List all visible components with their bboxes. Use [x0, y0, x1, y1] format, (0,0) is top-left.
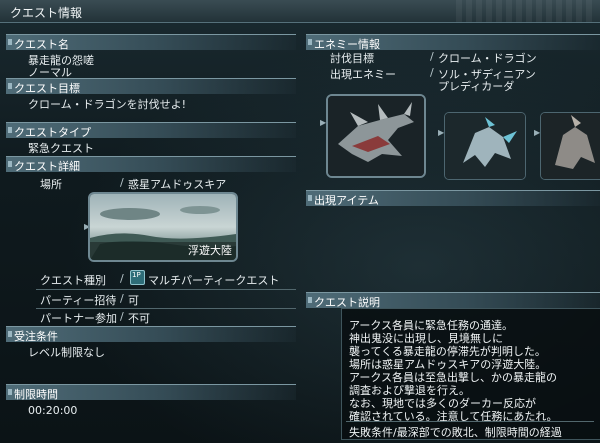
enemy-info-header: エネミー情報 [306, 34, 600, 51]
quest-kind-value: マルチパーティークエスト [148, 274, 280, 287]
target-label: 討伐目標 [330, 52, 374, 65]
quest-goal: クローム・ドラゴンを討伐せよ! [28, 98, 187, 111]
order-condition: レベル制限なし [28, 346, 105, 359]
drop-item-header: 出現アイテム [306, 190, 600, 207]
area-thumbnail: 浮遊大陸 [88, 192, 238, 262]
window-title: クエスト情報 [10, 6, 83, 20]
quest-type: 緊急クエスト [28, 142, 94, 155]
appear-enemy-2: プレディカーダ [438, 80, 515, 93]
title-bar: クエスト情報 [0, 0, 600, 23]
enemy-portrait-chrome-dragon[interactable] [326, 94, 426, 178]
partner-value: 不可 [128, 312, 150, 325]
quest-description-panel: アークス各員に緊急任務の通達。 神出鬼没に出現し、見境無しに 襲ってくる暴走龍の… [341, 308, 600, 440]
party-invite-label: パーティー招待 [40, 294, 117, 307]
party-invite-value: 可 [128, 294, 139, 307]
sol-zadinian-image [445, 113, 525, 179]
fail-condition: 失敗条件/最深部での敗北、制限時間の経過 [349, 426, 562, 439]
multi-party-icon: 1P [130, 270, 145, 285]
quest-name-header: クエスト名 [6, 34, 296, 51]
place-value: 惑星アムドゥスキア [128, 178, 227, 191]
dragon-image [328, 96, 424, 176]
quest-info-window: クエスト情報 クエスト名 暴走龍の怨嗟 ノーマル クエスト目標 クローム・ドラゴ… [0, 0, 600, 443]
time-limit: 00:20:00 [28, 404, 78, 417]
title-decoration [456, 0, 596, 22]
time-limit-header: 制限時間 [6, 384, 296, 401]
appear-label: 出現エネミー [330, 68, 396, 81]
enemy-portrait-sol-zadinian[interactable] [444, 112, 526, 180]
place-label: 場所 [40, 178, 62, 191]
predicada-image [541, 113, 600, 179]
target-value: クローム・ドラゴン [438, 52, 537, 65]
area-caption: 浮遊大陸 [188, 244, 232, 257]
quest-goal-header: クエスト目標 [6, 78, 296, 95]
quest-type-header: クエストタイプ [6, 122, 296, 139]
order-condition-header: 受注条件 [6, 326, 296, 343]
quest-kind-label: クエスト種別 [40, 274, 106, 287]
enemy-portrait-predicada[interactable] [540, 112, 600, 180]
quest-description-header: クエスト説明 [306, 292, 600, 309]
quest-detail-header: クエスト詳細 [6, 156, 296, 173]
partner-label: パートナー参加 [40, 312, 117, 325]
